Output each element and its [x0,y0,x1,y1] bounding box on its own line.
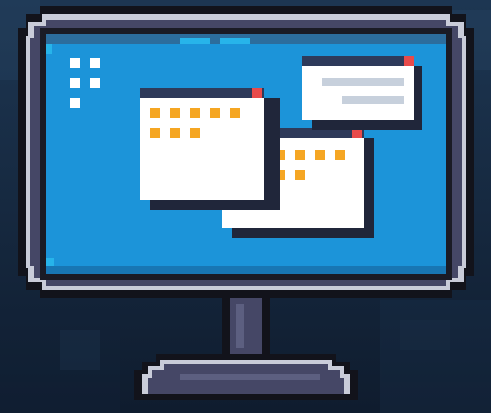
monitor-stand-base [134,354,358,400]
pixel-monitor-illustration [0,0,491,413]
monitor-stand-neck [222,298,270,354]
screen-top-highlight [180,38,210,44]
window-left[interactable] [140,88,280,210]
window-right[interactable] [302,56,422,130]
close-icon[interactable] [404,56,414,66]
close-icon[interactable] [252,88,262,98]
